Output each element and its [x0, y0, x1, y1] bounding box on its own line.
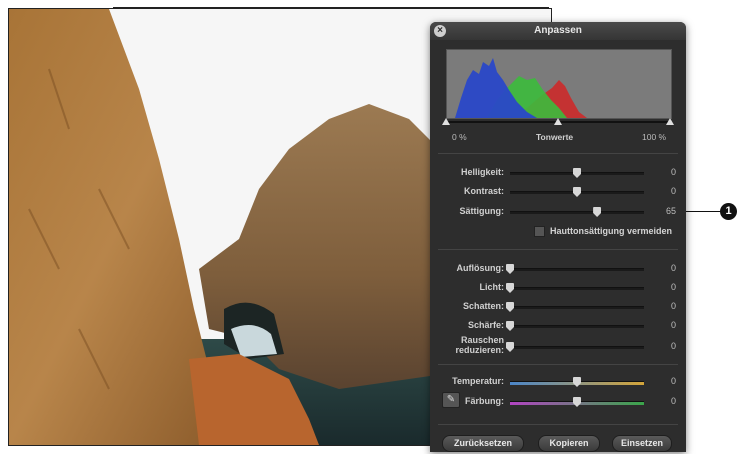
- slider-value: 0: [670, 186, 676, 196]
- slider-label: Kontrast:: [464, 186, 504, 196]
- slider-label: Sättigung:: [459, 206, 505, 216]
- tone-slider-row: Helligkeit: 0: [430, 166, 686, 180]
- slider-knob[interactable]: [573, 397, 581, 407]
- levels-max-label: 100 %: [642, 132, 667, 142]
- slider-label: Licht:: [479, 282, 505, 292]
- slider-value: 0: [670, 282, 676, 292]
- slider-label: Färbung:: [465, 396, 504, 406]
- color-slider-row: Färbung: 0: [430, 395, 686, 409]
- adjust-panel: × Anpassen 0 % Tonwerte 100 % Helligkeit…: [430, 22, 686, 452]
- tone-slider-row: Kontrast: 0: [430, 185, 686, 199]
- slider-label: Helligkeit:: [460, 167, 504, 177]
- separator: [438, 424, 678, 425]
- slider-label: Rauschen reduzieren:: [455, 335, 504, 355]
- slider-track[interactable]: [506, 342, 644, 352]
- slider-knob[interactable]: [593, 207, 602, 217]
- slider-label: Temperatur:: [452, 376, 504, 386]
- slider-knob[interactable]: [506, 321, 514, 331]
- slider-track[interactable]: [506, 283, 644, 293]
- slider-value: 0: [670, 263, 676, 273]
- slider-track[interactable]: [510, 397, 644, 407]
- paste-button[interactable]: Einsetzen: [612, 435, 672, 452]
- separator: [438, 249, 678, 250]
- slider-track[interactable]: [510, 187, 644, 197]
- slider-track[interactable]: [510, 377, 644, 387]
- reset-button[interactable]: Zurücksetzen: [442, 435, 524, 452]
- slider-value: 0: [670, 167, 676, 177]
- panel-title: Anpassen: [534, 25, 582, 36]
- slider-value: 0: [670, 301, 676, 311]
- detail-slider-row: Auflösung: 0: [430, 262, 686, 276]
- close-icon[interactable]: ×: [434, 25, 446, 37]
- levels-min-label: 0 %: [452, 132, 467, 142]
- slider-knob[interactable]: [506, 302, 514, 312]
- histogram: [446, 49, 672, 119]
- skin-tone-option[interactable]: Hauttonsättigung vermeiden: [534, 226, 673, 238]
- slider-value: 65: [665, 206, 676, 216]
- levels-slider[interactable]: [442, 118, 674, 126]
- slider-label: Schatten:: [462, 301, 504, 311]
- slider-knob[interactable]: [506, 264, 514, 274]
- slider-label: Schärfe:: [467, 320, 504, 330]
- separator: [438, 153, 678, 154]
- copy-button[interactable]: Kopieren: [538, 435, 600, 452]
- slider-value: 0: [670, 376, 676, 386]
- slider-track[interactable]: [510, 168, 644, 178]
- callout-number: 1: [720, 203, 737, 220]
- levels-black-handle[interactable]: [442, 118, 450, 125]
- levels-title: Tonwerte: [536, 132, 574, 142]
- callout-line: [686, 211, 722, 212]
- levels-mid-handle[interactable]: [554, 118, 562, 125]
- slider-value: 0: [670, 396, 676, 406]
- slider-value: 0: [670, 341, 676, 351]
- separator: [438, 364, 678, 365]
- slider-value: 0: [670, 320, 676, 330]
- detail-slider-row: Schärfe: 0: [430, 319, 686, 333]
- slider-track[interactable]: [506, 264, 644, 274]
- slider-track[interactable]: [506, 321, 644, 331]
- slider-track[interactable]: [510, 207, 644, 217]
- slider-knob[interactable]: [573, 168, 581, 178]
- slider-track[interactable]: [506, 302, 644, 312]
- slider-knob[interactable]: [506, 283, 514, 293]
- slider-knob[interactable]: [573, 187, 581, 197]
- levels-white-handle[interactable]: [666, 118, 674, 125]
- slider-knob[interactable]: [506, 342, 514, 352]
- tone-slider-row: Sättigung: 65: [430, 205, 686, 219]
- slider-knob[interactable]: [573, 377, 581, 387]
- skin-tone-label: Hauttonsättigung vermeiden: [550, 226, 673, 236]
- eyedropper-icon[interactable]: ✎: [442, 392, 460, 408]
- slider-label: Auflösung:: [456, 263, 505, 273]
- color-slider-row: Temperatur: 0: [430, 375, 686, 389]
- panel-titlebar: × Anpassen: [430, 22, 686, 40]
- detail-slider-row: Schatten: 0: [430, 300, 686, 314]
- skin-tone-checkbox[interactable]: [534, 226, 545, 238]
- detail-slider-row: Rauschen reduzieren: 0: [430, 335, 686, 355]
- detail-slider-row: Licht: 0: [430, 281, 686, 295]
